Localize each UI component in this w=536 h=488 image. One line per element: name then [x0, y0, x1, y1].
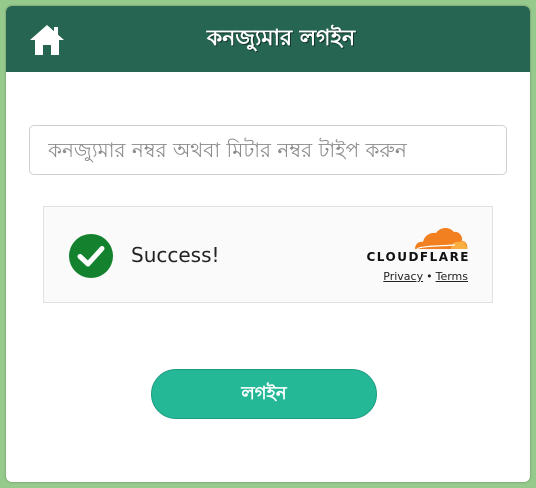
terms-link[interactable]: Terms: [436, 270, 468, 283]
captcha-status-text: Success!: [131, 243, 220, 267]
header-bar: কনজ্যুমার লগইন: [6, 6, 530, 72]
consumer-number-input[interactable]: [29, 125, 507, 175]
page-title: কনজ্যুমার লগইন: [206, 26, 356, 51]
captcha-links: Privacy • Terms: [358, 270, 468, 283]
privacy-link[interactable]: Privacy: [383, 270, 423, 283]
cloudflare-turnstile-widget: Success! CLOUDFLARE Privacy • Terms: [43, 206, 493, 303]
login-card: কনজ্যুমার লগইন Success! CLOUDFLARE Priva…: [6, 6, 530, 482]
login-button[interactable]: লগইন: [151, 369, 377, 419]
link-separator: •: [426, 270, 433, 283]
cloudflare-cloud-icon: [415, 227, 468, 250]
check-circle-icon: [69, 234, 113, 278]
cloudflare-wordmark: CLOUDFLARE: [366, 250, 470, 264]
